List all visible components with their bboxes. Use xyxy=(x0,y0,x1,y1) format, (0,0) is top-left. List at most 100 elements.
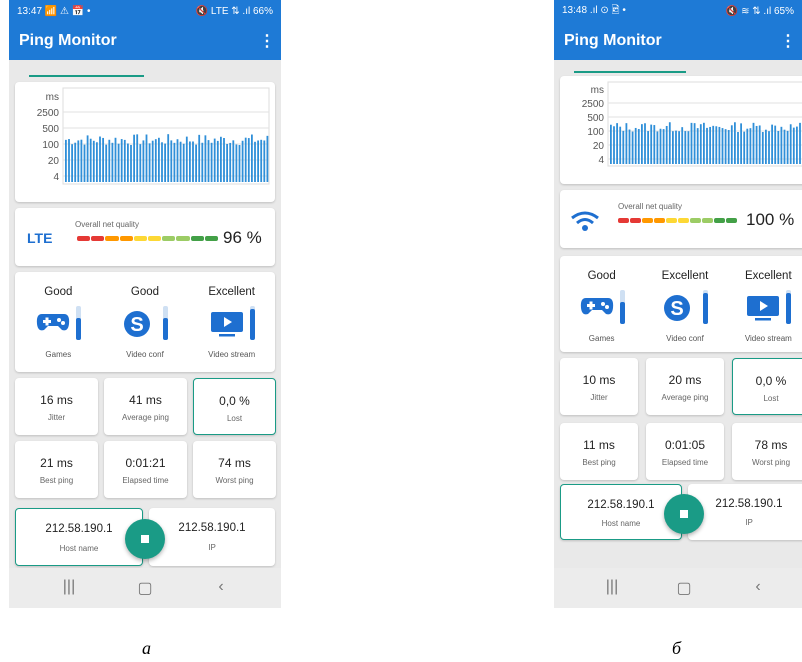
phone-screen-b: 13:48 .ıl ⊙ 🖻 • 🔇 ≋ ⇅ .ıl 65% Ping Monit… xyxy=(554,0,802,608)
ping-bar xyxy=(114,137,117,182)
service-name: Video conf xyxy=(126,350,164,359)
status-bar: 13:48 .ıl ⊙ 🖻 • 🔇 ≋ ⇅ .ıl 65% xyxy=(554,0,802,22)
ping-bar xyxy=(164,143,166,182)
status-icons: 📶 ⚠ 📅 • xyxy=(44,5,91,17)
quality-segment xyxy=(91,236,105,241)
service-name: Games xyxy=(45,350,72,359)
metric-value: 0,0 % xyxy=(219,393,250,408)
ping-bar xyxy=(780,126,783,164)
y-tick-label: 20 xyxy=(48,156,60,167)
ping-bar xyxy=(786,130,789,164)
metric-card[interactable]: 21 ms Best ping xyxy=(15,441,98,498)
ping-bar xyxy=(634,127,637,164)
ping-bar xyxy=(647,131,649,164)
ping-bar xyxy=(257,140,259,182)
app-bar: Ping Monitor ⋮ xyxy=(554,22,802,60)
ping-bar xyxy=(765,129,767,164)
metric-label: Worst ping xyxy=(215,476,254,486)
nav-bar: ||| ▢ ‹ xyxy=(9,568,281,608)
status-bar: 13:47 📶 ⚠ 📅 • 🔇 LTE ⇅ .ıl 66% xyxy=(9,0,281,22)
ping-bar xyxy=(229,142,232,182)
home-icon[interactable]: ▢ xyxy=(674,578,694,598)
stop-button[interactable] xyxy=(664,494,704,534)
quality-percent: 96 % xyxy=(223,228,262,247)
ping-bar xyxy=(65,139,67,182)
ping-bar xyxy=(195,144,197,182)
ping-bar xyxy=(706,127,708,164)
metric-label: Average ping xyxy=(122,413,169,423)
ping-bar xyxy=(644,123,646,164)
metric-card[interactable]: 0,0 % Lost xyxy=(732,358,802,415)
recent-apps-icon[interactable]: ||| xyxy=(602,578,622,596)
metric-card[interactable]: 0:01:05 Elapsed time xyxy=(646,423,724,480)
ping-bar xyxy=(148,143,151,182)
ping-bar xyxy=(696,128,699,164)
y-tick-label: 100 xyxy=(42,140,59,151)
ping-bar xyxy=(616,123,618,164)
metric-card[interactable]: 10 ms Jitter xyxy=(560,358,638,415)
ping-bar xyxy=(687,131,690,164)
ip-value: 212.58.190.1 xyxy=(715,498,783,510)
ping-bar xyxy=(251,134,253,182)
ping-bar xyxy=(610,124,612,164)
metric-card[interactable]: 41 ms Average ping xyxy=(104,378,187,435)
ping-bar xyxy=(613,126,615,164)
service-level-fill xyxy=(786,293,792,324)
metric-card[interactable]: 0:01:21 Elapsed time xyxy=(104,441,187,498)
ping-bar xyxy=(247,138,250,182)
y-tick-label: 2500 xyxy=(37,108,60,119)
ping-bar xyxy=(89,138,92,182)
ping-chart: ms 2500 500 100 20 4 xyxy=(560,76,802,184)
ping-bar xyxy=(185,136,188,182)
quality-segment xyxy=(690,218,701,223)
stop-button[interactable] xyxy=(125,519,165,559)
service-rating: Good xyxy=(44,286,73,298)
ip-label: IP xyxy=(208,543,216,552)
metric-card[interactable]: 78 ms Worst ping xyxy=(732,423,802,480)
quality-segment xyxy=(726,218,737,223)
metric-card[interactable]: 74 ms Worst ping xyxy=(193,441,276,498)
quality-segment xyxy=(204,236,218,241)
ping-bar xyxy=(192,141,194,182)
back-icon[interactable]: ‹ xyxy=(748,578,768,596)
ping-bar xyxy=(693,123,696,164)
ping-bar xyxy=(734,122,736,164)
service-level-fill xyxy=(619,301,625,324)
ping-bar xyxy=(142,140,145,182)
ping-bar xyxy=(737,132,739,164)
ip-label: IP xyxy=(745,518,753,527)
svg-text:S: S xyxy=(130,314,143,336)
metric-card[interactable]: 0,0 % Lost xyxy=(193,378,276,435)
service-level-bar xyxy=(76,306,82,340)
y-tick-label: 20 xyxy=(593,141,605,152)
service-level-bar xyxy=(619,290,625,324)
ping-bar xyxy=(127,143,129,182)
ip-card[interactable]: 212.58.190.1 IP xyxy=(149,508,275,566)
overflow-menu-icon[interactable]: ⋮ xyxy=(780,31,796,51)
metric-card[interactable]: 11 ms Best ping xyxy=(560,423,638,480)
overall-quality-label: Overall net quality xyxy=(75,220,140,229)
ping-bar xyxy=(167,134,170,182)
ping-bar xyxy=(120,139,123,182)
metric-card[interactable]: 20 ms Average ping xyxy=(646,358,724,415)
ping-bar xyxy=(170,140,173,182)
overflow-menu-icon[interactable]: ⋮ xyxy=(259,31,275,51)
ping-bar xyxy=(625,123,628,164)
back-icon[interactable]: ‹ xyxy=(211,578,231,596)
ping-bar xyxy=(198,134,201,182)
service-rating: Good xyxy=(130,286,160,298)
caption-b: б xyxy=(672,638,682,658)
service-level-bar xyxy=(786,290,792,324)
host-name-card[interactable]: 212.58.190.1 Host name xyxy=(15,508,143,566)
service-level-bar xyxy=(163,306,168,340)
status-right: 🔇 ≋ ⇅ .ıl 65% xyxy=(725,5,794,17)
services-card: Good Games Good S Video conf Excellent Video s… xyxy=(15,272,275,372)
ping-bar xyxy=(699,124,702,164)
ip-card[interactable]: 212.58.190.1 IP xyxy=(688,484,802,540)
ping-bar xyxy=(260,139,263,182)
ping-bar xyxy=(133,134,135,182)
home-icon[interactable]: ▢ xyxy=(135,578,155,598)
metric-card[interactable]: 16 ms Jitter xyxy=(15,378,98,435)
quality-percent: 100 % xyxy=(746,210,795,229)
recent-apps-icon[interactable]: ||| xyxy=(59,578,79,596)
